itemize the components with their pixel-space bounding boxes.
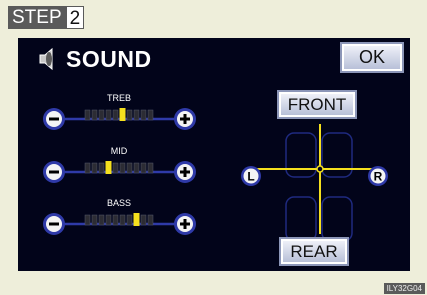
bass-segment bbox=[105, 214, 112, 226]
front-button[interactable]: FRONT bbox=[277, 90, 357, 119]
treb-segment bbox=[133, 109, 140, 121]
treb-segment bbox=[98, 109, 105, 121]
bass-segment bbox=[140, 214, 147, 226]
mid-segment bbox=[98, 162, 105, 174]
bass-segment bbox=[147, 214, 154, 226]
bass-level-indicator bbox=[133, 213, 140, 226]
treb-label: TREB bbox=[106, 93, 131, 103]
step-number: 2 bbox=[65, 6, 85, 29]
treb-level-indicator bbox=[119, 108, 126, 121]
mid-segment bbox=[140, 162, 147, 174]
balance-right-button[interactable]: R bbox=[368, 166, 388, 186]
bass-decrease-button[interactable] bbox=[43, 213, 65, 235]
rear-button[interactable]: REAR bbox=[279, 237, 349, 266]
treb-increase-button[interactable] bbox=[174, 108, 196, 130]
mid-segment bbox=[91, 162, 98, 174]
bass-segment bbox=[84, 214, 91, 226]
mid-segment bbox=[119, 162, 126, 174]
step-label: STEP bbox=[8, 6, 66, 29]
mid-segment bbox=[126, 162, 133, 174]
mid-label: MID bbox=[110, 146, 128, 156]
bass-increase-button[interactable] bbox=[174, 213, 196, 235]
sound-screen: SOUND OK LR TREB MID BASS FRONT REAR bbox=[18, 38, 410, 271]
bass-segment bbox=[98, 214, 105, 226]
treb-segment bbox=[105, 109, 112, 121]
seat-outline bbox=[321, 196, 353, 242]
treb-segment bbox=[112, 109, 119, 121]
balance-left-button[interactable]: L bbox=[241, 166, 261, 186]
seat-outline bbox=[285, 132, 317, 178]
mid-segment bbox=[112, 162, 119, 174]
step-badge: STEP 2 bbox=[8, 6, 85, 29]
treb-segment bbox=[91, 109, 98, 121]
treb-segment bbox=[126, 109, 133, 121]
mid-segment bbox=[84, 162, 91, 174]
bass-segment bbox=[91, 214, 98, 226]
treb-segment bbox=[147, 109, 154, 121]
balance-center-point bbox=[316, 165, 324, 173]
mid-increase-button[interactable] bbox=[174, 161, 196, 183]
seat-outline bbox=[285, 196, 317, 242]
mid-segment bbox=[133, 162, 140, 174]
bass-segment bbox=[119, 214, 126, 226]
bass-segment bbox=[126, 214, 133, 226]
treb-decrease-button[interactable] bbox=[43, 108, 65, 130]
bass-label: BASS bbox=[106, 198, 131, 208]
bass-segment bbox=[112, 214, 119, 226]
mid-level-indicator bbox=[105, 161, 112, 174]
treb-segment bbox=[84, 109, 91, 121]
seat-outline bbox=[321, 132, 353, 178]
mid-segment bbox=[147, 162, 154, 174]
svg-text:R: R bbox=[374, 170, 383, 184]
figure-code: ILY32G04 bbox=[383, 283, 425, 294]
equalizer-panel: LR bbox=[43, 108, 388, 242]
treb-segment bbox=[140, 109, 147, 121]
svg-text:L: L bbox=[247, 170, 254, 184]
mid-decrease-button[interactable] bbox=[43, 161, 65, 183]
